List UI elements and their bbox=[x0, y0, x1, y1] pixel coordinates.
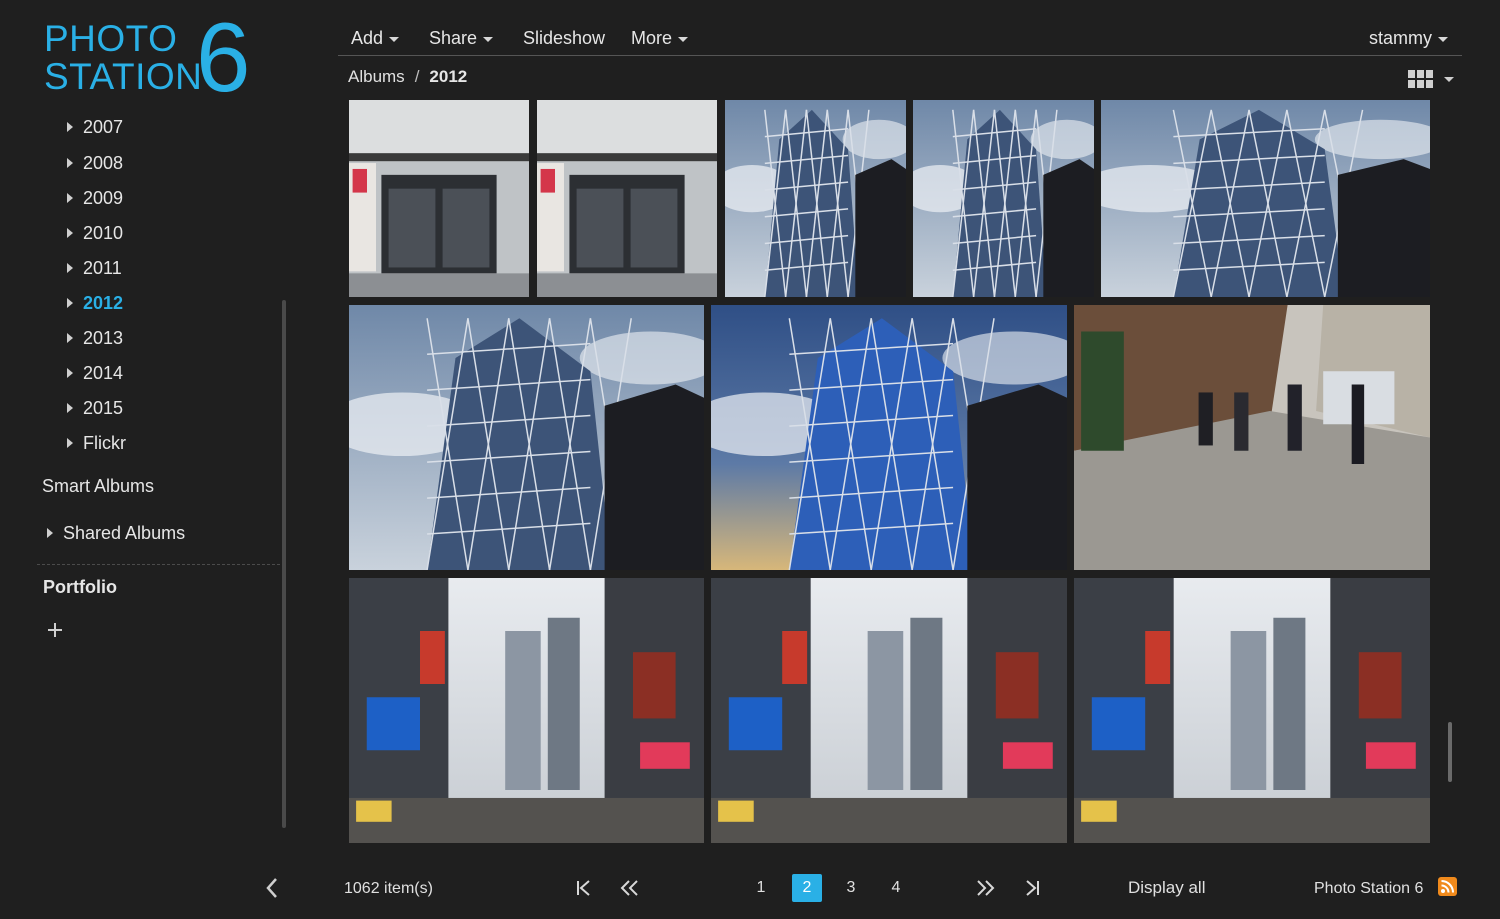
sidebar-item-2015[interactable]: 2015 bbox=[62, 395, 123, 421]
caret-down-icon bbox=[678, 36, 689, 42]
caret-down-icon bbox=[483, 36, 494, 42]
sidebar-item-2007[interactable]: 2007 bbox=[62, 114, 123, 140]
sidebar-item-label: 2014 bbox=[83, 362, 124, 383]
expand-arrow-icon bbox=[67, 333, 73, 343]
sidebar-item-label: 2012 bbox=[83, 292, 124, 313]
sidebar-item-label: 2015 bbox=[83, 397, 124, 418]
grid-view-icon[interactable] bbox=[1406, 68, 1456, 92]
photo-thumbnail[interactable] bbox=[711, 578, 1067, 843]
sidebar-item-label: 2013 bbox=[83, 327, 124, 348]
rss-icon[interactable] bbox=[1438, 877, 1457, 896]
display-all-button[interactable]: Display all bbox=[1128, 878, 1205, 898]
sidebar-item-label: Flickr bbox=[83, 432, 126, 453]
breadcrumb: Albums / 2012 bbox=[348, 66, 467, 88]
expand-arrow-icon bbox=[67, 193, 73, 203]
sidebar-item-2008[interactable]: 2008 bbox=[62, 150, 123, 176]
slideshow-label: Slideshow bbox=[523, 27, 606, 48]
expand-arrow-icon bbox=[67, 122, 73, 132]
plus-icon[interactable] bbox=[45, 618, 69, 644]
photo-thumbnail[interactable] bbox=[1074, 305, 1430, 570]
photo-thumbnail[interactable] bbox=[349, 578, 704, 843]
double-chevron-left-icon[interactable] bbox=[616, 874, 642, 902]
sidebar-item-label: 2011 bbox=[83, 257, 122, 278]
chevron-left-icon[interactable] bbox=[262, 874, 282, 902]
sidebar-divider bbox=[37, 564, 280, 565]
first-page-icon[interactable] bbox=[572, 874, 596, 902]
sidebar-item-2010[interactable]: 2010 bbox=[62, 220, 123, 246]
username: stammy bbox=[1369, 27, 1432, 48]
share-menu-label: Share bbox=[429, 27, 478, 48]
photo-thumbnail[interactable] bbox=[725, 100, 906, 297]
portfolio-heading: Portfolio bbox=[43, 577, 117, 597]
photo-thumbnail[interactable] bbox=[349, 100, 529, 297]
breadcrumb-separator: / bbox=[414, 67, 420, 86]
expand-arrow-icon bbox=[67, 438, 73, 448]
sidebar-item-2013[interactable]: 2013 bbox=[62, 325, 123, 351]
photo-thumbnail[interactable] bbox=[711, 305, 1067, 570]
expand-arrow-icon bbox=[67, 158, 73, 168]
sidebar-item-label: 2008 bbox=[83, 152, 124, 173]
expand-arrow-icon bbox=[67, 228, 73, 238]
album-year-list: 2007 2008 2009 2010 2011 2012 2013 2014 … bbox=[62, 110, 262, 460]
page-4[interactable]: 4 bbox=[881, 874, 911, 902]
more-menu-label: More bbox=[631, 27, 673, 48]
breadcrumb-albums[interactable]: Albums bbox=[348, 67, 405, 87]
product-label: Photo Station 6 bbox=[1314, 880, 1424, 897]
page-2[interactable]: 2 bbox=[792, 874, 822, 902]
sidebar-item-shared-albums[interactable]: Shared Albums bbox=[42, 522, 185, 544]
caret-down-icon bbox=[1438, 36, 1448, 42]
add-menu-label: Add bbox=[351, 27, 384, 48]
more-menu[interactable]: More bbox=[631, 26, 689, 50]
photo-thumbnail[interactable] bbox=[1101, 100, 1430, 297]
page-3[interactable]: 3 bbox=[836, 874, 866, 902]
last-page-icon[interactable] bbox=[1020, 874, 1044, 902]
expand-arrow-icon bbox=[67, 368, 73, 378]
sidebar-item-label: Shared Albums bbox=[63, 522, 186, 543]
sidebar-item-label: 2010 bbox=[83, 222, 124, 243]
add-menu[interactable]: Add bbox=[351, 26, 400, 50]
caret-down-icon bbox=[389, 36, 400, 42]
expand-arrow-icon bbox=[67, 298, 73, 308]
logo-number: 6 bbox=[196, 2, 251, 112]
sidebar-item-2011[interactable]: 2011 bbox=[62, 255, 122, 281]
app-logo[interactable]: PHOTO STATION 6 bbox=[44, 8, 264, 106]
sidebar-item-2014[interactable]: 2014 bbox=[62, 360, 123, 386]
photo-thumbnail[interactable] bbox=[349, 305, 704, 570]
logo-text-station: STATION bbox=[44, 56, 203, 97]
share-menu[interactable]: Share bbox=[429, 26, 494, 50]
breadcrumb-current: 2012 bbox=[429, 67, 468, 86]
photo-thumbnail[interactable] bbox=[913, 100, 1094, 297]
content-scrollbar[interactable] bbox=[1448, 722, 1452, 782]
top-toolbar: Add Share Slideshow More stammy bbox=[338, 18, 1462, 56]
logo-text-photo: PHOTO bbox=[44, 18, 178, 59]
expand-arrow-icon bbox=[67, 403, 73, 413]
photo-thumbnail[interactable] bbox=[537, 100, 717, 297]
user-menu[interactable]: stammy bbox=[1369, 26, 1448, 50]
item-count: 1062 item(s) bbox=[344, 880, 433, 897]
sidebar-item-2009[interactable]: 2009 bbox=[62, 185, 123, 211]
sidebar-item-flickr[interactable]: Flickr bbox=[62, 430, 126, 456]
sidebar-item-smart-albums[interactable]: Smart Albums bbox=[42, 476, 154, 497]
sidebar-item-label: 2007 bbox=[83, 116, 124, 137]
sidebar-item-label: 2009 bbox=[83, 187, 124, 208]
photo-thumbnail[interactable] bbox=[1074, 578, 1430, 843]
sidebar-item-2012[interactable]: 2012 bbox=[62, 290, 123, 316]
sidebar-scrollbar[interactable] bbox=[282, 300, 286, 828]
expand-arrow-icon bbox=[67, 263, 73, 273]
slideshow-button[interactable]: Slideshow bbox=[523, 26, 605, 50]
sidebar: PHOTO STATION 6 2007 2008 2009 2010 2011… bbox=[0, 0, 300, 919]
expand-arrow-icon bbox=[47, 528, 53, 538]
page-1[interactable]: 1 bbox=[746, 874, 776, 902]
double-chevron-right-icon[interactable] bbox=[973, 874, 999, 902]
